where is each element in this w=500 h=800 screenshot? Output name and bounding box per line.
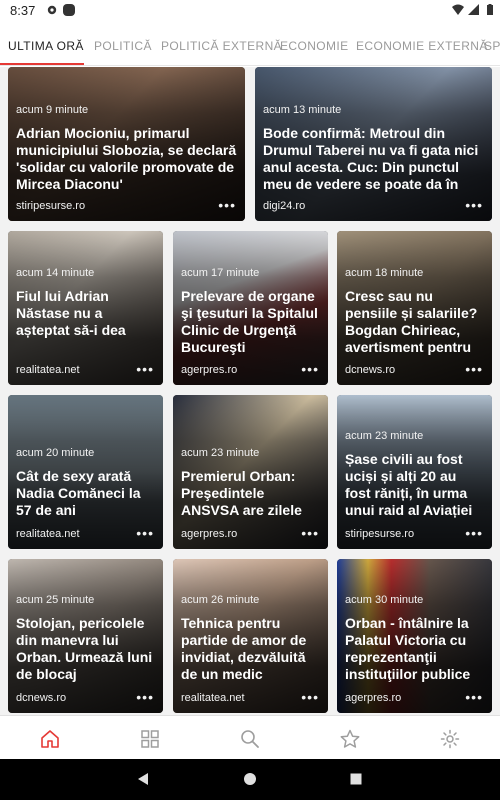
article-time: acum 26 minute [181, 594, 260, 606]
cell-signal-icon [468, 4, 479, 15]
more-options-icon[interactable]: ••• [218, 197, 236, 213]
categories-grid-icon[interactable] [139, 728, 161, 750]
settings-notification-icon [47, 5, 57, 15]
article-card[interactable]: acum 30 minute Orban - întâlnire la Pala… [337, 559, 492, 713]
tab-politica[interactable]: POLITICĂ [94, 39, 152, 53]
article-source: realitatea.net [181, 692, 245, 704]
article-time: acum 23 minute [345, 430, 424, 442]
article-source: stiripesurse.ro [345, 528, 415, 540]
article-title: Cât de sexy arată Nadia Comăneci la 57 d… [16, 468, 141, 518]
article-card[interactable]: acum 20 minute Cât de sexy arată Nadia C… [8, 395, 163, 549]
more-options-icon[interactable]: ••• [301, 525, 319, 541]
article-source: realitatea.net [16, 364, 80, 376]
article-time: acum 20 minute [16, 447, 95, 459]
article-time: acum 25 minute [16, 594, 95, 606]
status-bar: 8:37 [0, 0, 500, 22]
more-options-icon[interactable]: ••• [465, 689, 483, 705]
article-source: realitatea.net [16, 528, 80, 540]
article-title: Stolojan, pericolele din manevra lui Orb… [16, 615, 153, 682]
article-card[interactable]: acum 9 minute Adrian Mocioniu, primarul … [8, 67, 245, 221]
article-time: acum 18 minute [345, 267, 424, 279]
search-icon[interactable] [239, 728, 261, 750]
article-time: acum 23 minute [181, 447, 260, 459]
article-source: digi24.ro [263, 200, 306, 212]
article-source: agerpres.ro [345, 692, 402, 704]
active-tab-indicator [0, 63, 84, 65]
article-card[interactable]: acum 26 minute Tehnica pentru partide de… [173, 559, 328, 713]
article-source: stiripesurse.ro [16, 200, 86, 212]
article-card[interactable]: acum 18 minute Cresc sau nu pensiile și … [337, 231, 492, 385]
article-title: Prelevare de organe şi ţesuturi la Spita… [181, 288, 318, 355]
wifi-icon [452, 4, 464, 15]
category-tabs: ULTIMA ORĂ POLITICĂ POLITICĂ EXTERNĂ ECO… [0, 22, 500, 66]
article-title: Bode confirmă: Metroul din Drumul Tabere… [263, 125, 479, 192]
article-title: Premierul Orban: Preşedintele ANSVSA are… [181, 468, 302, 518]
more-options-icon[interactable]: ••• [136, 689, 154, 705]
more-options-icon[interactable]: ••• [465, 361, 483, 377]
article-card[interactable]: acum 23 minute Șase civili au fost uciși… [337, 395, 492, 549]
home-circle-icon[interactable] [243, 772, 257, 786]
more-options-icon[interactable]: ••• [465, 197, 483, 213]
more-options-icon[interactable]: ••• [136, 525, 154, 541]
more-options-icon[interactable]: ••• [136, 361, 154, 377]
article-card[interactable]: acum 25 minute Stolojan, pericolele din … [8, 559, 163, 713]
system-navigation-bar [0, 759, 500, 800]
article-time: acum 13 minute [263, 104, 342, 116]
more-options-icon[interactable]: ••• [465, 525, 483, 541]
article-time: acum 30 minute [345, 594, 424, 606]
more-options-icon[interactable]: ••• [301, 361, 319, 377]
article-time: acum 17 minute [181, 267, 260, 279]
tab-ultima-ora[interactable]: ULTIMA ORĂ [8, 39, 84, 53]
article-title: Adrian Mocioniu, primarul municipiului S… [16, 125, 237, 192]
article-title: Cresc sau nu pensiile și salariile? Bogd… [345, 288, 478, 355]
tab-sport[interactable]: SP [484, 39, 500, 53]
article-card[interactable]: acum 17 minute Prelevare de organe şi ţe… [173, 231, 328, 385]
settings-gear-icon[interactable] [439, 728, 461, 750]
back-icon[interactable] [136, 772, 150, 786]
bottom-navigation [0, 715, 500, 759]
article-title: Tehnica pentru partide de amor de invidi… [181, 615, 307, 682]
article-source: agerpres.ro [181, 528, 238, 540]
tab-economie[interactable]: ECONOMIE [280, 39, 349, 53]
article-title: Fiul lui Adrian Năstase nu a așteptat să… [16, 288, 126, 338]
status-time: 8:37 [10, 3, 36, 18]
article-card[interactable]: acum 13 minute Bode confirmă: Metroul di… [255, 67, 492, 221]
article-title: Șase civili au fost uciși și alți 20 au … [345, 451, 473, 518]
article-source: dcnews.ro [345, 364, 396, 376]
tab-politica-externa[interactable]: POLITICĂ EXTERNĂ [161, 39, 282, 53]
sd-card-icon [63, 4, 75, 16]
home-icon[interactable] [39, 728, 61, 750]
article-source: dcnews.ro [16, 692, 67, 704]
article-time: acum 14 minute [16, 267, 95, 279]
news-feed[interactable]: acum 9 minute Adrian Mocioniu, primarul … [0, 67, 500, 715]
article-card[interactable]: acum 14 minute Fiul lui Adrian Năstase n… [8, 231, 163, 385]
article-title: Orban - întâlnire la Palatul Victoria cu… [345, 615, 471, 682]
more-options-icon[interactable]: ••• [301, 689, 319, 705]
article-time: acum 9 minute [16, 104, 89, 116]
tab-economie-externa[interactable]: ECONOMIE EXTERNĂ [356, 39, 488, 53]
recents-square-icon[interactable] [349, 772, 363, 786]
favorites-star-icon[interactable] [339, 728, 361, 750]
battery-icon [487, 4, 493, 15]
article-card[interactable]: acum 23 minute Premierul Orban: Preşedin… [173, 395, 328, 549]
article-source: agerpres.ro [181, 364, 238, 376]
